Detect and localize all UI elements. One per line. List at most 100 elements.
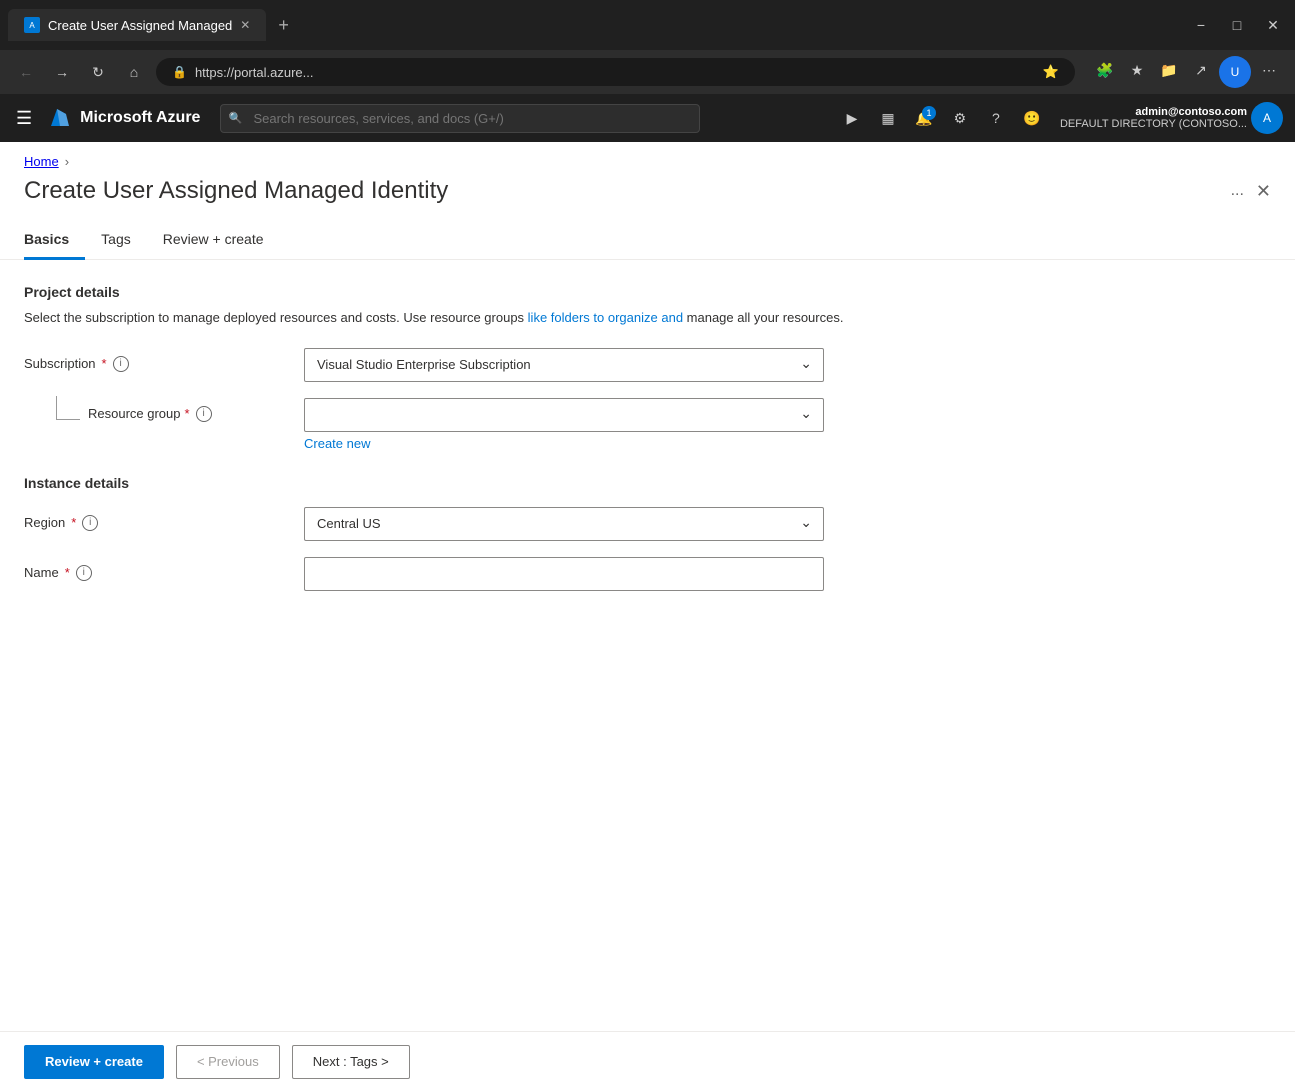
- resource-group-select[interactable]: [304, 398, 824, 432]
- name-group: Name * i: [24, 557, 1271, 591]
- page-more-button[interactable]: ...: [1231, 182, 1244, 200]
- resource-group-label: Resource group: [88, 406, 181, 421]
- review-create-button[interactable]: Review + create: [24, 1045, 164, 1079]
- topbar-user-info: admin@contoso.com DEFAULT DIRECTORY (CON…: [1060, 106, 1247, 130]
- instance-details-section: Instance details: [24, 475, 1271, 491]
- tab-tags[interactable]: Tags: [85, 221, 147, 260]
- resource-group-select-wrapper: [304, 398, 824, 432]
- menu-icon[interactable]: ☰: [12, 104, 36, 133]
- refresh-button[interactable]: ↻: [84, 58, 112, 86]
- breadcrumb: Home ›: [0, 142, 1295, 169]
- page-content: Home › Create User Assigned Managed Iden…: [0, 142, 1295, 1031]
- instance-details-title: Instance details: [24, 475, 1271, 491]
- collections-icon[interactable]: 📁: [1155, 56, 1183, 84]
- topbar-icons: ▶ ▦ 🔔 1 ⚙ ? 🙂 admin@contoso.com DEFAULT …: [836, 102, 1283, 134]
- page-header: Create User Assigned Managed Identity ..…: [0, 169, 1295, 221]
- subscription-control: Visual Studio Enterprise Subscription: [304, 348, 824, 382]
- region-select-wrapper: Central US: [304, 507, 824, 541]
- browser-tab[interactable]: A Create User Assigned Managed ✕: [8, 9, 266, 41]
- region-control: Central US: [304, 507, 824, 541]
- forward-button[interactable]: →: [48, 58, 76, 86]
- resource-group-control: Create new: [304, 398, 824, 451]
- region-required: *: [71, 515, 76, 530]
- page-title: Create User Assigned Managed Identity: [24, 177, 1219, 205]
- name-label-group: Name * i: [24, 557, 304, 581]
- project-details-title: Project details: [24, 284, 1271, 300]
- lock-icon: 🔒: [172, 65, 187, 79]
- settings-icon[interactable]: ⚙: [944, 102, 976, 134]
- create-new-link[interactable]: Create new: [304, 436, 824, 451]
- tab-title: Create User Assigned Managed: [48, 18, 232, 33]
- name-control: [304, 557, 824, 591]
- region-label: Region: [24, 515, 65, 530]
- user-avatar[interactable]: A: [1251, 102, 1283, 134]
- subscription-select[interactable]: Visual Studio Enterprise Subscription: [304, 348, 824, 382]
- notification-badge: 1: [922, 106, 936, 120]
- name-input[interactable]: [304, 557, 824, 591]
- breadcrumb-separator: ›: [65, 154, 69, 169]
- maximize-button[interactable]: □: [1223, 11, 1251, 39]
- region-info-icon[interactable]: i: [82, 515, 98, 531]
- user-email: admin@contoso.com: [1135, 106, 1247, 118]
- new-tab-button[interactable]: +: [274, 11, 293, 40]
- form-content: Project details Select the subscription …: [0, 284, 1295, 591]
- extensions-icon[interactable]: 🧩: [1091, 56, 1119, 84]
- home-breadcrumb[interactable]: Home: [24, 154, 59, 169]
- description-text-2: manage all your resources.: [683, 310, 843, 325]
- tab-close-button[interactable]: ✕: [240, 18, 250, 32]
- browser-actions: 🧩 ★ 📁 ↗ U ⋯: [1091, 56, 1283, 88]
- feedback-icon[interactable]: 🙂: [1016, 102, 1048, 134]
- home-button[interactable]: ⌂: [120, 58, 148, 86]
- azure-logo: Microsoft Azure: [48, 106, 200, 130]
- more-options-icon[interactable]: ⋯: [1255, 56, 1283, 84]
- browser-close-button[interactable]: ✕: [1259, 11, 1287, 39]
- description-link[interactable]: like folders to organize and: [528, 310, 683, 325]
- tabs: Basics Tags Review + create: [0, 221, 1295, 260]
- region-label-group: Region * i: [24, 507, 304, 531]
- cloud-shell-icon[interactable]: ▶: [836, 102, 868, 134]
- name-label: Name: [24, 565, 59, 580]
- tab-review-create[interactable]: Review + create: [147, 221, 280, 260]
- subscription-group: Subscription * i Visual Studio Enterpris…: [24, 348, 1271, 382]
- resource-group-info-icon[interactable]: i: [196, 406, 212, 422]
- tab-basics[interactable]: Basics: [24, 221, 85, 260]
- azure-logo-icon: [48, 106, 72, 130]
- page-footer: Review + create < Previous Next : Tags >: [0, 1031, 1295, 1091]
- description-text-1: Select the subscription to manage deploy…: [24, 310, 528, 325]
- page-close-button[interactable]: ✕: [1256, 181, 1271, 202]
- project-details-description: Select the subscription to manage deploy…: [24, 308, 1271, 328]
- back-button[interactable]: ←: [12, 58, 40, 86]
- share-icon[interactable]: ↗: [1187, 56, 1215, 84]
- resource-group-label-group: Resource group * i: [24, 398, 304, 422]
- dashboard-icon[interactable]: ▦: [872, 102, 904, 134]
- subscription-select-wrapper: Visual Studio Enterprise Subscription: [304, 348, 824, 382]
- name-required: *: [65, 565, 70, 580]
- name-info-icon[interactable]: i: [76, 565, 92, 581]
- svg-text:A: A: [29, 21, 35, 30]
- browser-nav: ← → ↻ ⌂ 🔒 https://portal.azure... ⭐ 🧩 ★ …: [0, 50, 1295, 94]
- subscription-required: *: [102, 356, 107, 371]
- user-profile-icon[interactable]: U: [1219, 56, 1251, 88]
- minimize-button[interactable]: −: [1187, 11, 1215, 39]
- address-text: https://portal.azure...: [195, 65, 314, 80]
- subscription-info-icon[interactable]: i: [113, 356, 129, 372]
- subscription-label: Subscription: [24, 356, 96, 371]
- region-group: Region * i Central US: [24, 507, 1271, 541]
- azure-search[interactable]: [220, 104, 700, 133]
- region-select[interactable]: Central US: [304, 507, 824, 541]
- settings-icon: ⭐: [1043, 64, 1059, 80]
- favorites-icon[interactable]: ★: [1123, 56, 1151, 84]
- subscription-label-group: Subscription * i: [24, 348, 304, 372]
- browser-chrome: A Create User Assigned Managed ✕ + − □ ✕: [0, 0, 1295, 50]
- user-directory: DEFAULT DIRECTORY (CONTOSO...: [1060, 118, 1247, 130]
- next-button[interactable]: Next : Tags >: [292, 1045, 410, 1079]
- address-bar[interactable]: 🔒 https://portal.azure... ⭐: [156, 58, 1075, 86]
- previous-button[interactable]: < Previous: [176, 1045, 280, 1079]
- tab-favicon: A: [24, 17, 40, 33]
- azure-topbar: ☰ Microsoft Azure ▶ ▦ 🔔 1 ⚙ ? 🙂 admin@co…: [0, 94, 1295, 142]
- notifications-icon[interactable]: 🔔 1: [908, 102, 940, 134]
- resource-group-group: Resource group * i Create new: [24, 398, 1271, 451]
- azure-brand-name: Microsoft Azure: [80, 109, 200, 127]
- search-input[interactable]: [220, 104, 700, 133]
- help-icon[interactable]: ?: [980, 102, 1012, 134]
